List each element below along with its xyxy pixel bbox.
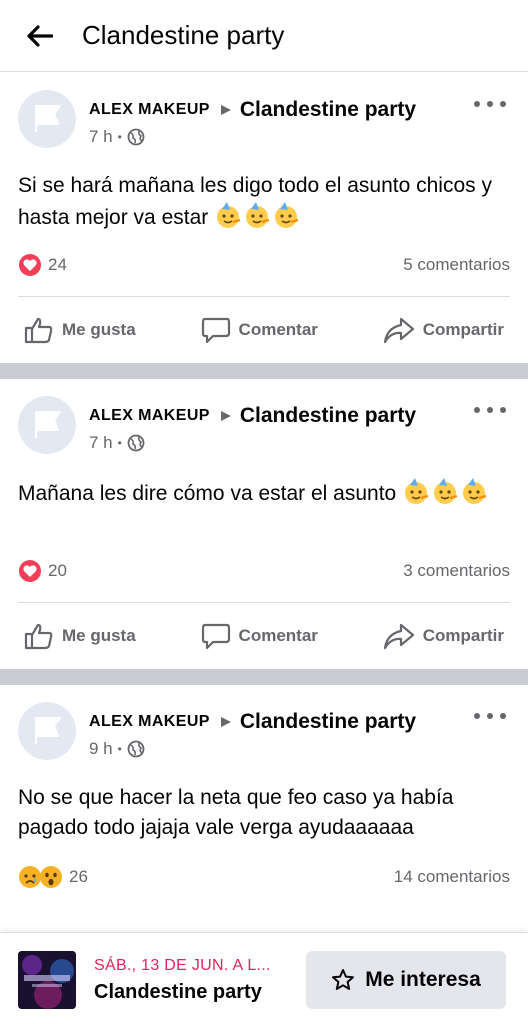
- globe-icon: [127, 740, 145, 758]
- group-name[interactable]: Clandestine party: [240, 710, 416, 734]
- comment-label: Comentar: [238, 319, 318, 339]
- event-thumbnail[interactable]: [18, 951, 76, 1009]
- top-bar: Clandestine party: [0, 0, 528, 72]
- post-time[interactable]: 7 h: [89, 433, 113, 453]
- more-options-button[interactable]: [474, 706, 506, 726]
- post: ALEX MAKEUP Clandestine party 7 h • Maña…: [0, 379, 528, 669]
- comment-bubble-icon: [201, 317, 230, 343]
- comment-button[interactable]: Comentar: [195, 622, 324, 650]
- love-reaction-icon: [19, 254, 41, 276]
- wow-reaction-icon: [40, 866, 62, 888]
- arrow-left-icon: [27, 24, 53, 47]
- comments-count[interactable]: 14 comentarios: [394, 867, 510, 887]
- author-name[interactable]: ALEX MAKEUP: [89, 101, 210, 119]
- meta-separator: •: [117, 742, 122, 756]
- reactions-row[interactable]: 20 3 comentarios: [18, 559, 510, 583]
- event-cover-image: [18, 951, 76, 1009]
- meta-separator: •: [117, 436, 122, 450]
- share-label: Compartir: [422, 319, 504, 339]
- reactions-row[interactable]: 24 5 comentarios: [18, 253, 510, 277]
- triangle-right-icon: [220, 716, 232, 728]
- reactions-row[interactable]: 26 14 comentarios: [18, 865, 510, 889]
- event-date: SÁB., 13 DE JUN. A L...: [94, 957, 271, 974]
- thumbs-up-icon: [24, 317, 53, 343]
- triangle-right-icon: [220, 104, 232, 116]
- like-button[interactable]: Me gusta: [18, 622, 142, 650]
- post: ALEX MAKEUP Clandestine party 7 h • Si s…: [0, 73, 528, 363]
- meta-separator: •: [117, 130, 122, 144]
- reaction-count: 26: [69, 867, 88, 886]
- more-options-button[interactable]: [474, 94, 506, 114]
- love-reaction-icon: [19, 560, 41, 582]
- like-label: Me gusta: [62, 625, 136, 645]
- post-separator: [0, 363, 528, 379]
- author-name[interactable]: ALEX MAKEUP: [89, 713, 210, 731]
- like-button[interactable]: Me gusta: [18, 316, 142, 344]
- like-label: Me gusta: [62, 319, 136, 339]
- group-name[interactable]: Clandestine party: [240, 404, 416, 428]
- post-header: ALEX MAKEUP Clandestine party 7 h •: [18, 90, 510, 150]
- partying-face-emoji-icon: [243, 201, 271, 229]
- post-meta: 7 h •: [89, 433, 145, 453]
- globe-icon: [127, 434, 145, 452]
- comment-bubble-icon: [201, 623, 230, 649]
- post-separator: [0, 669, 528, 685]
- post-actions: Me gusta Comentar Compartir: [18, 296, 510, 362]
- author-line: ALEX MAKEUP Clandestine party: [89, 404, 416, 428]
- comments-count[interactable]: 3 comentarios: [403, 561, 510, 581]
- post-actions: Me gusta Comentar Compartir: [18, 602, 510, 668]
- back-button[interactable]: [20, 16, 60, 56]
- post-meta: 9 h •: [89, 739, 145, 759]
- page-title: Clandestine party: [82, 20, 285, 50]
- reaction-count: 24: [48, 255, 67, 274]
- triangle-right-icon: [220, 410, 232, 422]
- flag-icon: [35, 717, 61, 744]
- avatar[interactable]: [18, 702, 76, 760]
- avatar[interactable]: [18, 90, 76, 148]
- comment-button[interactable]: Comentar: [195, 316, 324, 344]
- author-line: ALEX MAKEUP Clandestine party: [89, 710, 416, 734]
- author-line: ALEX MAKEUP Clandestine party: [89, 98, 416, 122]
- globe-icon: [127, 128, 145, 146]
- flag-icon: [35, 411, 61, 438]
- post-text: Si se hará mañana les digo todo el asunt…: [18, 171, 512, 233]
- event-name[interactable]: Clandestine party: [94, 981, 262, 1004]
- star-icon: [332, 969, 355, 990]
- interested-label: Me interesa: [365, 968, 481, 991]
- author-name[interactable]: ALEX MAKEUP: [89, 407, 210, 425]
- reaction-icons: [18, 865, 63, 889]
- post-time[interactable]: 7 h: [89, 127, 113, 147]
- thumbs-up-icon: [24, 623, 53, 649]
- partying-face-emoji-icon: [460, 477, 488, 505]
- avatar[interactable]: [18, 396, 76, 454]
- feed: ALEX MAKEUP Clandestine party 7 h • Si s…: [0, 73, 528, 975]
- comments-count[interactable]: 5 comentarios: [403, 255, 510, 275]
- post-text: No se que hacer la neta que feo caso ya …: [18, 783, 512, 843]
- post-meta: 7 h •: [89, 127, 145, 147]
- partying-face-emoji-icon: [272, 201, 300, 229]
- post-text: Mañana les dire cómo va estar el asunto: [18, 477, 512, 509]
- share-button[interactable]: Compartir: [377, 316, 510, 344]
- share-button[interactable]: Compartir: [377, 622, 510, 650]
- share-label: Compartir: [422, 625, 504, 645]
- more-options-button[interactable]: [474, 400, 506, 420]
- group-name[interactable]: Clandestine party: [240, 98, 416, 122]
- reaction-icons: [18, 253, 42, 277]
- post-body: Mañana les dire cómo va estar el asunto: [18, 482, 397, 505]
- flag-icon: [35, 105, 61, 132]
- share-arrow-icon: [383, 623, 414, 649]
- share-arrow-icon: [383, 317, 414, 343]
- partying-face-emoji-icon: [431, 477, 459, 505]
- partying-face-emoji-icon: [402, 477, 430, 505]
- reaction-count: 20: [48, 561, 67, 580]
- post-header: ALEX MAKEUP Clandestine party 9 h •: [18, 702, 510, 762]
- interested-button[interactable]: Me interesa: [306, 951, 506, 1009]
- partying-face-emoji-icon: [214, 201, 242, 229]
- comment-label: Comentar: [238, 625, 318, 645]
- post-time[interactable]: 9 h: [89, 739, 113, 759]
- reaction-icons: [18, 559, 42, 583]
- post-header: ALEX MAKEUP Clandestine party 7 h •: [18, 396, 510, 456]
- event-bar: SÁB., 13 DE JUN. A L... Clandestine part…: [0, 932, 528, 1024]
- post-body: No se que hacer la neta que feo caso ya …: [18, 786, 454, 839]
